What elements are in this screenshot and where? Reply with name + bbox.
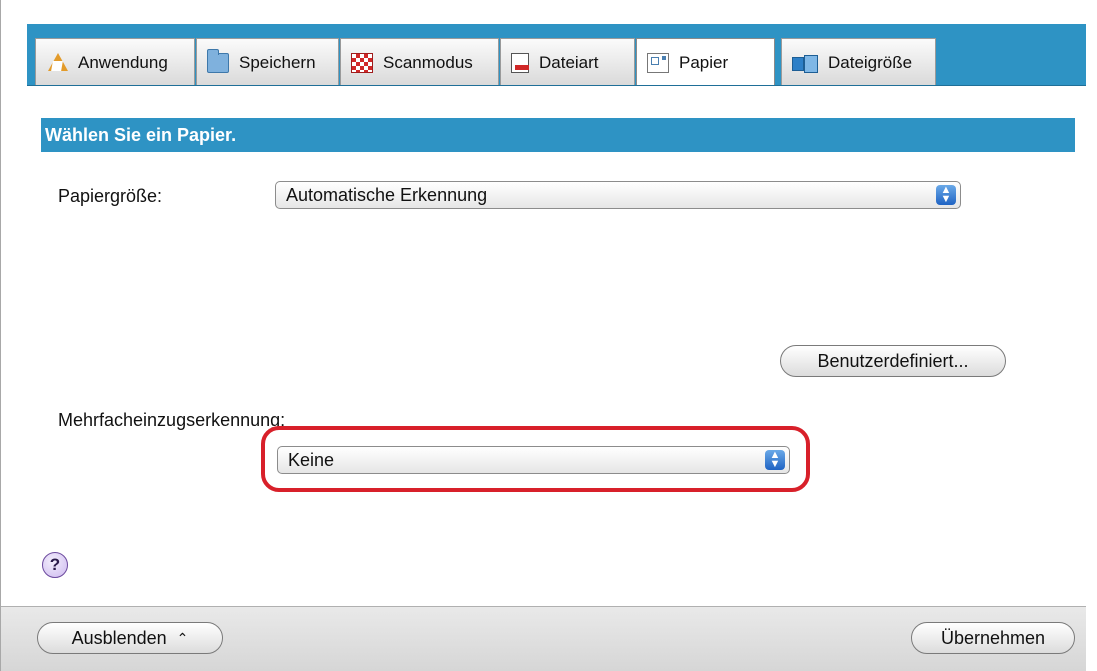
multifeed-label: Mehrfacheinzugserkennung: bbox=[58, 410, 286, 430]
scan-mode-icon bbox=[351, 52, 373, 73]
section-header: Wählen Sie ein Papier. bbox=[41, 118, 1075, 152]
apply-button[interactable]: Übernehmen bbox=[911, 622, 1075, 654]
folder-icon bbox=[207, 48, 229, 73]
tab-speichern[interactable]: Speichern bbox=[196, 38, 339, 86]
file-type-icon bbox=[511, 52, 529, 73]
highlight-annotation bbox=[261, 426, 810, 492]
paper-size-select[interactable]: Automatische Erkennung ▲ ▼ bbox=[275, 181, 961, 209]
tab-label: Speichern bbox=[239, 52, 316, 72]
tab-label: Anwendung bbox=[78, 52, 168, 72]
tab-bar: Anwendung Speichern Scanmodus Dateiart P… bbox=[27, 24, 1087, 87]
hide-button[interactable]: Ausblenden ⌃ bbox=[37, 622, 223, 654]
tab-label: Dateigröße bbox=[828, 52, 913, 72]
tab-dateiart[interactable]: Dateiart bbox=[500, 38, 635, 86]
file-size-icon bbox=[792, 53, 818, 73]
tab-anwendung[interactable]: Anwendung bbox=[35, 38, 195, 86]
tab-label: Dateiart bbox=[539, 52, 599, 72]
application-icon bbox=[46, 52, 68, 73]
paper-size-label: Papiergröße: bbox=[58, 186, 163, 206]
hide-label: Ausblenden bbox=[71, 627, 167, 648]
tab-scanmodus[interactable]: Scanmodus bbox=[340, 38, 499, 86]
paper-size-value: Automatische Erkennung bbox=[286, 184, 488, 205]
updown-arrows-icon: ▲ ▼ bbox=[936, 185, 956, 205]
help-icon[interactable]: ? bbox=[42, 552, 68, 578]
window-edge bbox=[1086, 0, 1097, 671]
tab-label: Papier bbox=[679, 53, 729, 72]
tab-label: Scanmodus bbox=[383, 52, 473, 72]
tab-dateigroesse[interactable]: Dateigröße bbox=[781, 38, 936, 86]
tab-content-panel bbox=[27, 86, 1087, 596]
chevron-up-icon: ⌃ bbox=[176, 629, 189, 646]
scan-settings-window: Anwendung Speichern Scanmodus Dateiart P… bbox=[0, 0, 1097, 671]
custom-size-button[interactable]: Benutzerdefiniert... bbox=[780, 345, 1006, 377]
paper-icon bbox=[647, 53, 669, 73]
tab-papier[interactable]: Papier bbox=[636, 38, 775, 87]
